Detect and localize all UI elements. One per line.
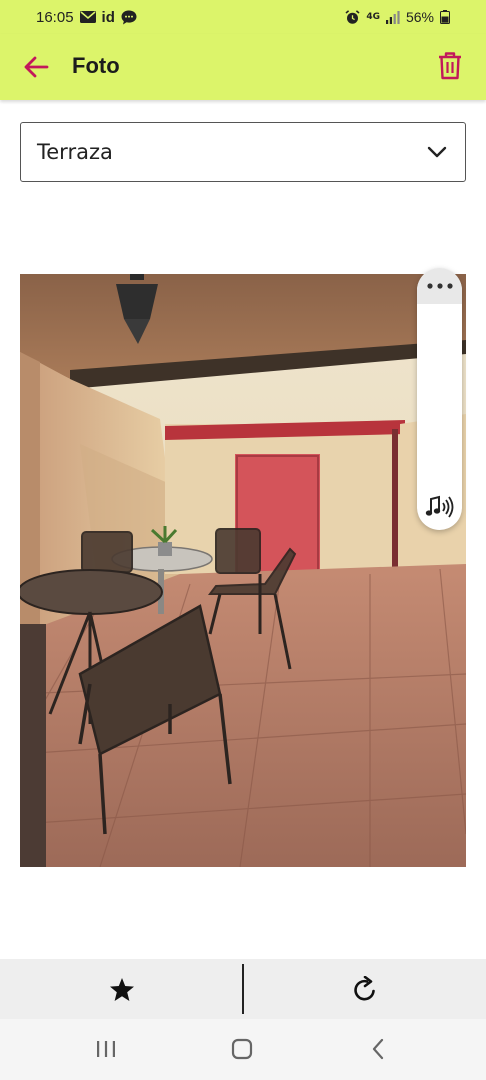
- chevron-down-icon: [425, 140, 449, 164]
- status-right: 4G 56%: [345, 9, 450, 25]
- status-bar: 16:05 id 4G 56%: [0, 0, 486, 34]
- status-time: 16:05: [36, 8, 74, 26]
- favorite-button[interactable]: [0, 959, 243, 1019]
- terrace-photo[interactable]: [20, 274, 466, 867]
- sound-button[interactable]: [423, 492, 457, 522]
- category-select-value: Terraza: [37, 140, 113, 164]
- system-back-button[interactable]: [348, 1033, 408, 1065]
- status-left: 16:05 id: [36, 9, 137, 26]
- category-select[interactable]: Terraza: [20, 122, 466, 182]
- page-title: Foto: [72, 53, 120, 78]
- battery-icon: [440, 10, 450, 24]
- app-bar: Foto: [0, 34, 486, 100]
- recents-icon: [97, 1041, 115, 1057]
- nav-bar: [0, 1019, 486, 1080]
- rotate-button[interactable]: [243, 959, 486, 1019]
- trash-icon: [439, 52, 461, 80]
- delete-button[interactable]: [434, 49, 466, 83]
- id-icon: id: [101, 8, 115, 26]
- chat-icon: [121, 10, 137, 25]
- screen: 16:05 id 4G 56% Foto Terraza: [0, 0, 486, 1080]
- floating-panel: [417, 268, 462, 530]
- home-icon: [231, 1038, 253, 1060]
- arrow-left-icon: [24, 56, 49, 78]
- mail-icon: [79, 11, 96, 23]
- music-sound-icon: [425, 495, 454, 518]
- rotate-icon: [353, 976, 375, 1001]
- recents-button[interactable]: [76, 1033, 136, 1065]
- star-icon: [109, 977, 134, 1001]
- back-button[interactable]: [20, 51, 52, 83]
- network-4g-icon: 4G: [366, 11, 380, 22]
- home-button[interactable]: [212, 1033, 272, 1065]
- more-horizontal-icon: [426, 283, 453, 289]
- battery-percent: 56%: [405, 9, 434, 25]
- nav-back-icon: [372, 1038, 384, 1060]
- signal-icon: [385, 10, 400, 24]
- action-bar: [0, 959, 486, 1019]
- alarm-icon: [345, 9, 360, 25]
